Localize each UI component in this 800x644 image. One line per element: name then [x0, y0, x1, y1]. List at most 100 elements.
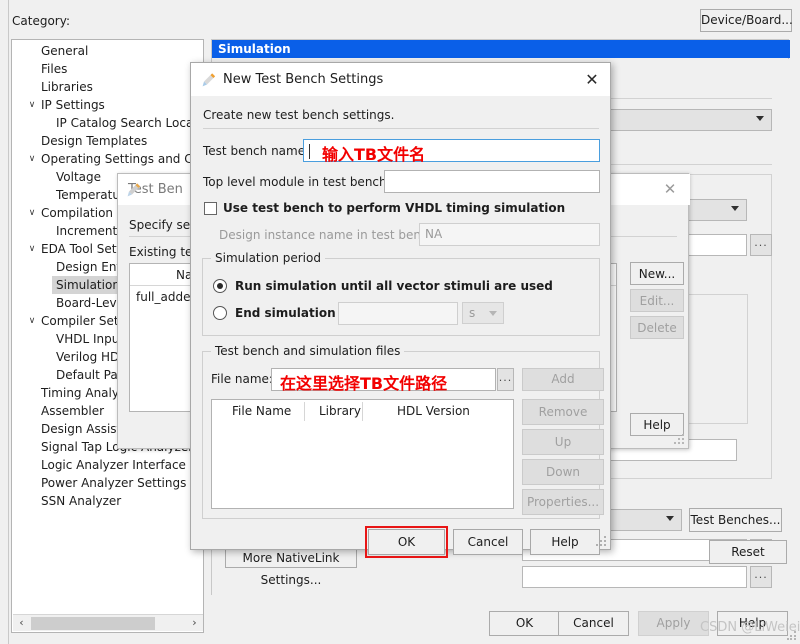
- close-icon[interactable]: ✕: [660, 179, 680, 199]
- column-header-library: Library: [319, 404, 361, 418]
- scrollbar-thumb[interactable]: [31, 617, 155, 630]
- column-separator-2: [362, 402, 363, 421]
- tree-item-ssn-analyzer[interactable]: SSN Analyzer: [12, 492, 203, 510]
- column-header-hdl-version: HDL Version: [397, 404, 470, 418]
- testbench-files-legend: Test bench and simulation files: [211, 344, 405, 358]
- close-icon[interactable]: ✕: [582, 70, 602, 90]
- design-instance-label: Design instance name in test bench:: [219, 228, 440, 242]
- tree-item-label: Logic Analyzer Interface: [41, 458, 186, 472]
- file-name-browse-button[interactable]: ...: [497, 368, 514, 391]
- watermark: CSDN @LiWeiei: [700, 620, 800, 635]
- chevron-down-icon[interactable]: ∨: [26, 96, 38, 114]
- window-resize-grip-icon[interactable]: [787, 631, 797, 641]
- file-name-input[interactable]: 在这里选择TB文件路径: [271, 368, 496, 393]
- radio-run-all-stimuli[interactable]: [213, 279, 227, 293]
- tree-item-general[interactable]: General: [12, 42, 203, 60]
- pencil-icon: [202, 73, 216, 87]
- tree-item-libraries[interactable]: Libraries: [12, 78, 203, 96]
- text-caret: [309, 144, 310, 159]
- main-apply-button[interactable]: Apply: [638, 611, 709, 636]
- dialog-divider: [203, 128, 599, 129]
- tree-item-operating-settings-and-conditions[interactable]: ∨ Operating Settings and Conditions: [12, 150, 248, 168]
- end-simulation-unit-combo[interactable]: s: [462, 302, 504, 324]
- end-simulation-at-input[interactable]: [338, 302, 458, 325]
- design-instance-input[interactable]: NA: [419, 223, 600, 246]
- window-left-rail: [0, 0, 9, 644]
- testbenches-help-button[interactable]: Help: [630, 413, 684, 436]
- vhdl-timing-checkbox[interactable]: [204, 202, 217, 215]
- tree-item-files[interactable]: Files: [12, 60, 203, 78]
- edit-testbench-button[interactable]: Edit...: [630, 289, 684, 312]
- design-instance-value: NA: [425, 227, 443, 241]
- new-test-bench-settings-dialog: New Test Bench Settings ✕ Create new tes…: [190, 62, 611, 558]
- category-label: Category:: [12, 14, 70, 28]
- move-down-button[interactable]: Down: [522, 459, 604, 485]
- chevron-down-icon[interactable]: ∨: [26, 150, 38, 168]
- remove-file-button[interactable]: Remove: [522, 399, 604, 425]
- tree-item-label: Voltage: [56, 170, 102, 184]
- chevron-down-icon[interactable]: ∨: [26, 204, 38, 222]
- device-board-button[interactable]: Device/Board...: [700, 9, 793, 32]
- top-level-module-label: Top level module in test bench:: [203, 175, 391, 189]
- main-cancel-button[interactable]: Cancel: [558, 611, 629, 636]
- sim-input-browse-2[interactable]: ...: [750, 566, 772, 588]
- dialog-body: Create new test bench settings. Test ben…: [191, 96, 610, 558]
- dialog-title: New Test Bench Settings: [223, 72, 384, 87]
- tree-item-label: Assembler: [41, 404, 105, 418]
- tree-item-power-analyzer-settings[interactable]: Power Analyzer Settings: [12, 474, 203, 492]
- top-level-module-input[interactable]: [384, 170, 600, 193]
- simulation-files-table[interactable]: File Name Library HDL Version: [211, 399, 514, 509]
- reset-button[interactable]: Reset: [709, 540, 787, 564]
- tree-item-label: IP Settings: [41, 98, 105, 112]
- tree-item-ip-settings[interactable]: ∨ IP Settings: [12, 96, 203, 114]
- chevron-down-icon[interactable]: ∨: [26, 240, 38, 258]
- test-bench-name-annotation: 输入TB文件名: [322, 145, 426, 164]
- dialog-titlebar[interactable]: New Test Bench Settings ✕: [191, 63, 610, 96]
- tree-item-design-templates[interactable]: Design Templates: [12, 132, 203, 150]
- file-properties-button[interactable]: Properties...: [522, 489, 604, 515]
- compiled-library-browse-button[interactable]: ...: [750, 234, 772, 256]
- ok-button-highlight: [365, 526, 448, 558]
- tree-item-label: Simulation: [52, 276, 124, 294]
- panel-title: Simulation: [212, 40, 790, 58]
- app-window: Category: Device/Board... General Files Li…: [0, 0, 800, 644]
- chevron-down-icon[interactable]: ∨: [26, 312, 38, 330]
- resize-grip-icon[interactable]: [596, 536, 607, 547]
- column-separator-1: [304, 402, 305, 421]
- test-benches-button[interactable]: Test Benches...: [689, 508, 782, 532]
- tree-item-ip-catalog-search-location[interactable]: IP Catalog Search Location: [12, 114, 216, 132]
- test-bench-name-label: Test bench name:: [203, 144, 310, 158]
- chevron-down-icon: [756, 116, 764, 121]
- dialog-cancel-button[interactable]: Cancel: [453, 529, 523, 555]
- sim-input-field-2[interactable]: [522, 566, 747, 588]
- radio-end-simulation-at[interactable]: [213, 306, 227, 320]
- resize-grip-icon[interactable]: [674, 434, 685, 445]
- dialog-help-button[interactable]: Help: [530, 529, 600, 555]
- file-name-annotation: 在这里选择TB文件路径: [280, 374, 448, 393]
- chevron-down-icon: [489, 311, 497, 316]
- delete-testbench-button[interactable]: Delete: [630, 316, 684, 339]
- column-header-file-name: File Name: [232, 404, 292, 418]
- scroll-right-icon[interactable]: ›: [186, 615, 203, 632]
- tree-item-logic-analyzer-interface[interactable]: Logic Analyzer Interface: [12, 456, 203, 474]
- scroll-left-icon[interactable]: ‹: [13, 615, 30, 632]
- tree-horizontal-scrollbar[interactable]: ‹ ›: [13, 614, 203, 631]
- tree-item-label: General: [41, 44, 89, 58]
- new-testbench-button[interactable]: New...: [630, 262, 684, 285]
- main-ok-button[interactable]: OK: [489, 611, 560, 636]
- simulation-period-legend: Simulation period: [211, 251, 325, 265]
- vhdl-timing-checkbox-label: Use test bench to perform VHDL timing si…: [223, 201, 566, 215]
- test-bench-name-input[interactable]: 输入TB文件名: [303, 139, 600, 164]
- chevron-down-icon: [731, 206, 739, 211]
- move-up-button[interactable]: Up: [522, 429, 604, 455]
- tree-item-label: Files: [41, 62, 68, 76]
- add-file-button[interactable]: Add: [522, 368, 604, 391]
- tree-item-label: SSN Analyzer: [41, 494, 122, 508]
- tree-item-label: VHDL Input: [56, 332, 125, 346]
- radio-run-all-stimuli-label: Run simulation until all vector stimuli …: [235, 279, 553, 293]
- dialog-subtitle: Create new test bench settings.: [203, 108, 395, 122]
- tree-item-label: Power Analyzer Settings: [41, 476, 187, 490]
- chevron-down-icon: [666, 516, 674, 521]
- tree-item-label: Design Templates: [41, 134, 148, 148]
- tree-item-label: Libraries: [41, 80, 93, 94]
